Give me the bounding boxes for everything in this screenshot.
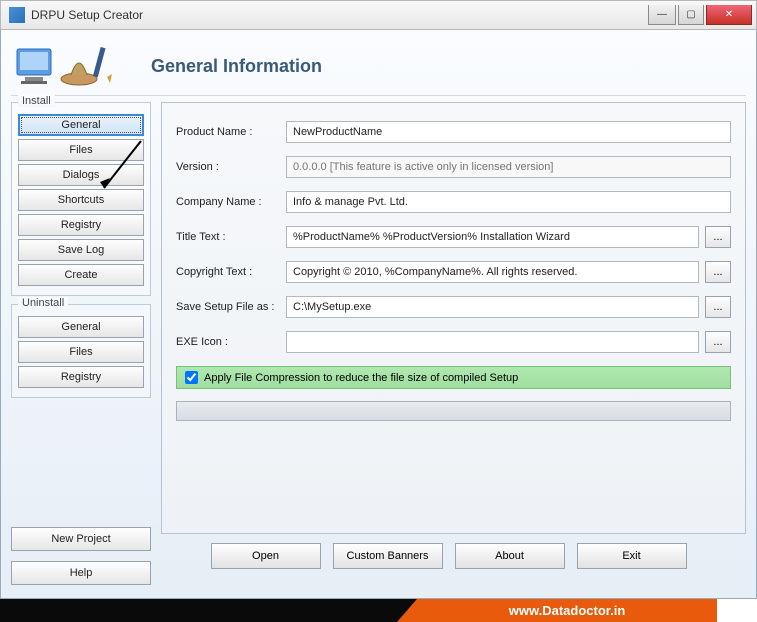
main-panel: Product Name : Version : Company Name : …	[161, 102, 746, 534]
row-product-name: Product Name :	[176, 121, 731, 143]
footer-left: New Project Help	[11, 524, 151, 588]
custom-banners-button[interactable]: Custom Banners	[333, 543, 443, 569]
label-company-name: Company Name :	[176, 196, 286, 208]
input-title-text[interactable]	[286, 226, 699, 248]
maximize-button[interactable]: ▢	[678, 5, 704, 25]
titlebar: DRPU Setup Creator — ▢ ✕	[0, 0, 757, 30]
window-controls: — ▢ ✕	[646, 5, 752, 25]
browse-title-text[interactable]: ...	[705, 226, 731, 248]
minimize-button[interactable]: —	[648, 5, 676, 25]
bottom-bar-url: www.Datadoctor.in	[417, 599, 717, 622]
row-copyright: Copyright Text : ...	[176, 261, 731, 283]
sidebar-uninstall-registry[interactable]: Registry	[18, 366, 144, 388]
bottom-bar-left	[0, 599, 417, 622]
bottom-bar: www.Datadoctor.in	[0, 599, 757, 622]
window-title: DRPU Setup Creator	[31, 8, 646, 22]
content: Install General Files Dialogs Shortcuts …	[11, 102, 746, 534]
label-product-name: Product Name :	[176, 126, 286, 138]
sidebar-uninstall-files[interactable]: Files	[18, 341, 144, 363]
sidebar-install-files[interactable]: Files	[18, 139, 144, 161]
row-save-as: Save Setup File as : ...	[176, 296, 731, 318]
sidebar-install-general[interactable]: General	[18, 114, 144, 136]
label-title-text: Title Text :	[176, 231, 286, 243]
exit-button[interactable]: Exit	[577, 543, 687, 569]
sidebar-install-dialogs[interactable]: Dialogs	[18, 164, 144, 186]
about-button[interactable]: About	[455, 543, 565, 569]
header-logo	[11, 38, 131, 96]
label-compression: Apply File Compression to reduce the fil…	[204, 372, 518, 384]
sidebar-install-savelog[interactable]: Save Log	[18, 239, 144, 261]
row-exe-icon: EXE Icon : ...	[176, 331, 731, 353]
uninstall-group: Uninstall General Files Registry	[11, 304, 151, 398]
open-button[interactable]: Open	[211, 543, 321, 569]
sidebar-install-registry[interactable]: Registry	[18, 214, 144, 236]
row-company-name: Company Name :	[176, 191, 731, 213]
bottom-bar-right	[717, 599, 757, 622]
input-version[interactable]	[286, 156, 731, 178]
install-group-label: Install	[18, 95, 55, 107]
input-save-as[interactable]	[286, 296, 699, 318]
label-version: Version :	[176, 161, 286, 173]
app-icon	[9, 7, 25, 23]
row-title-text: Title Text : ...	[176, 226, 731, 248]
header: General Information	[11, 38, 746, 96]
help-button[interactable]: Help	[11, 561, 151, 585]
close-button[interactable]: ✕	[706, 5, 752, 25]
row-version: Version :	[176, 156, 731, 178]
label-exe-icon: EXE Icon :	[176, 336, 286, 348]
row-compression: Apply File Compression to reduce the fil…	[176, 366, 731, 389]
browse-exe-icon[interactable]: ...	[705, 331, 731, 353]
browse-save-as[interactable]: ...	[705, 296, 731, 318]
checkbox-compression[interactable]	[185, 371, 198, 384]
input-product-name[interactable]	[286, 121, 731, 143]
new-project-button[interactable]: New Project	[11, 527, 151, 551]
browse-copyright[interactable]: ...	[705, 261, 731, 283]
sidebar-install-create[interactable]: Create	[18, 264, 144, 286]
uninstall-group-label: Uninstall	[18, 297, 68, 309]
sidebar-install-shortcuts[interactable]: Shortcuts	[18, 189, 144, 211]
window-body: General Information Install General File…	[0, 30, 757, 599]
install-group: Install General Files Dialogs Shortcuts …	[11, 102, 151, 296]
footer-right: Open Custom Banners About Exit	[151, 543, 746, 569]
footer: New Project Help Open Custom Banners Abo…	[11, 524, 746, 588]
input-copyright[interactable]	[286, 261, 699, 283]
section-title: General Information	[151, 56, 322, 77]
input-exe-icon[interactable]	[286, 331, 699, 353]
label-copyright: Copyright Text :	[176, 266, 286, 278]
input-company-name[interactable]	[286, 191, 731, 213]
sidebar-uninstall-general[interactable]: General	[18, 316, 144, 338]
label-save-as: Save Setup File as :	[176, 301, 286, 313]
progress-bar	[176, 401, 731, 421]
sidebar: Install General Files Dialogs Shortcuts …	[11, 102, 151, 534]
